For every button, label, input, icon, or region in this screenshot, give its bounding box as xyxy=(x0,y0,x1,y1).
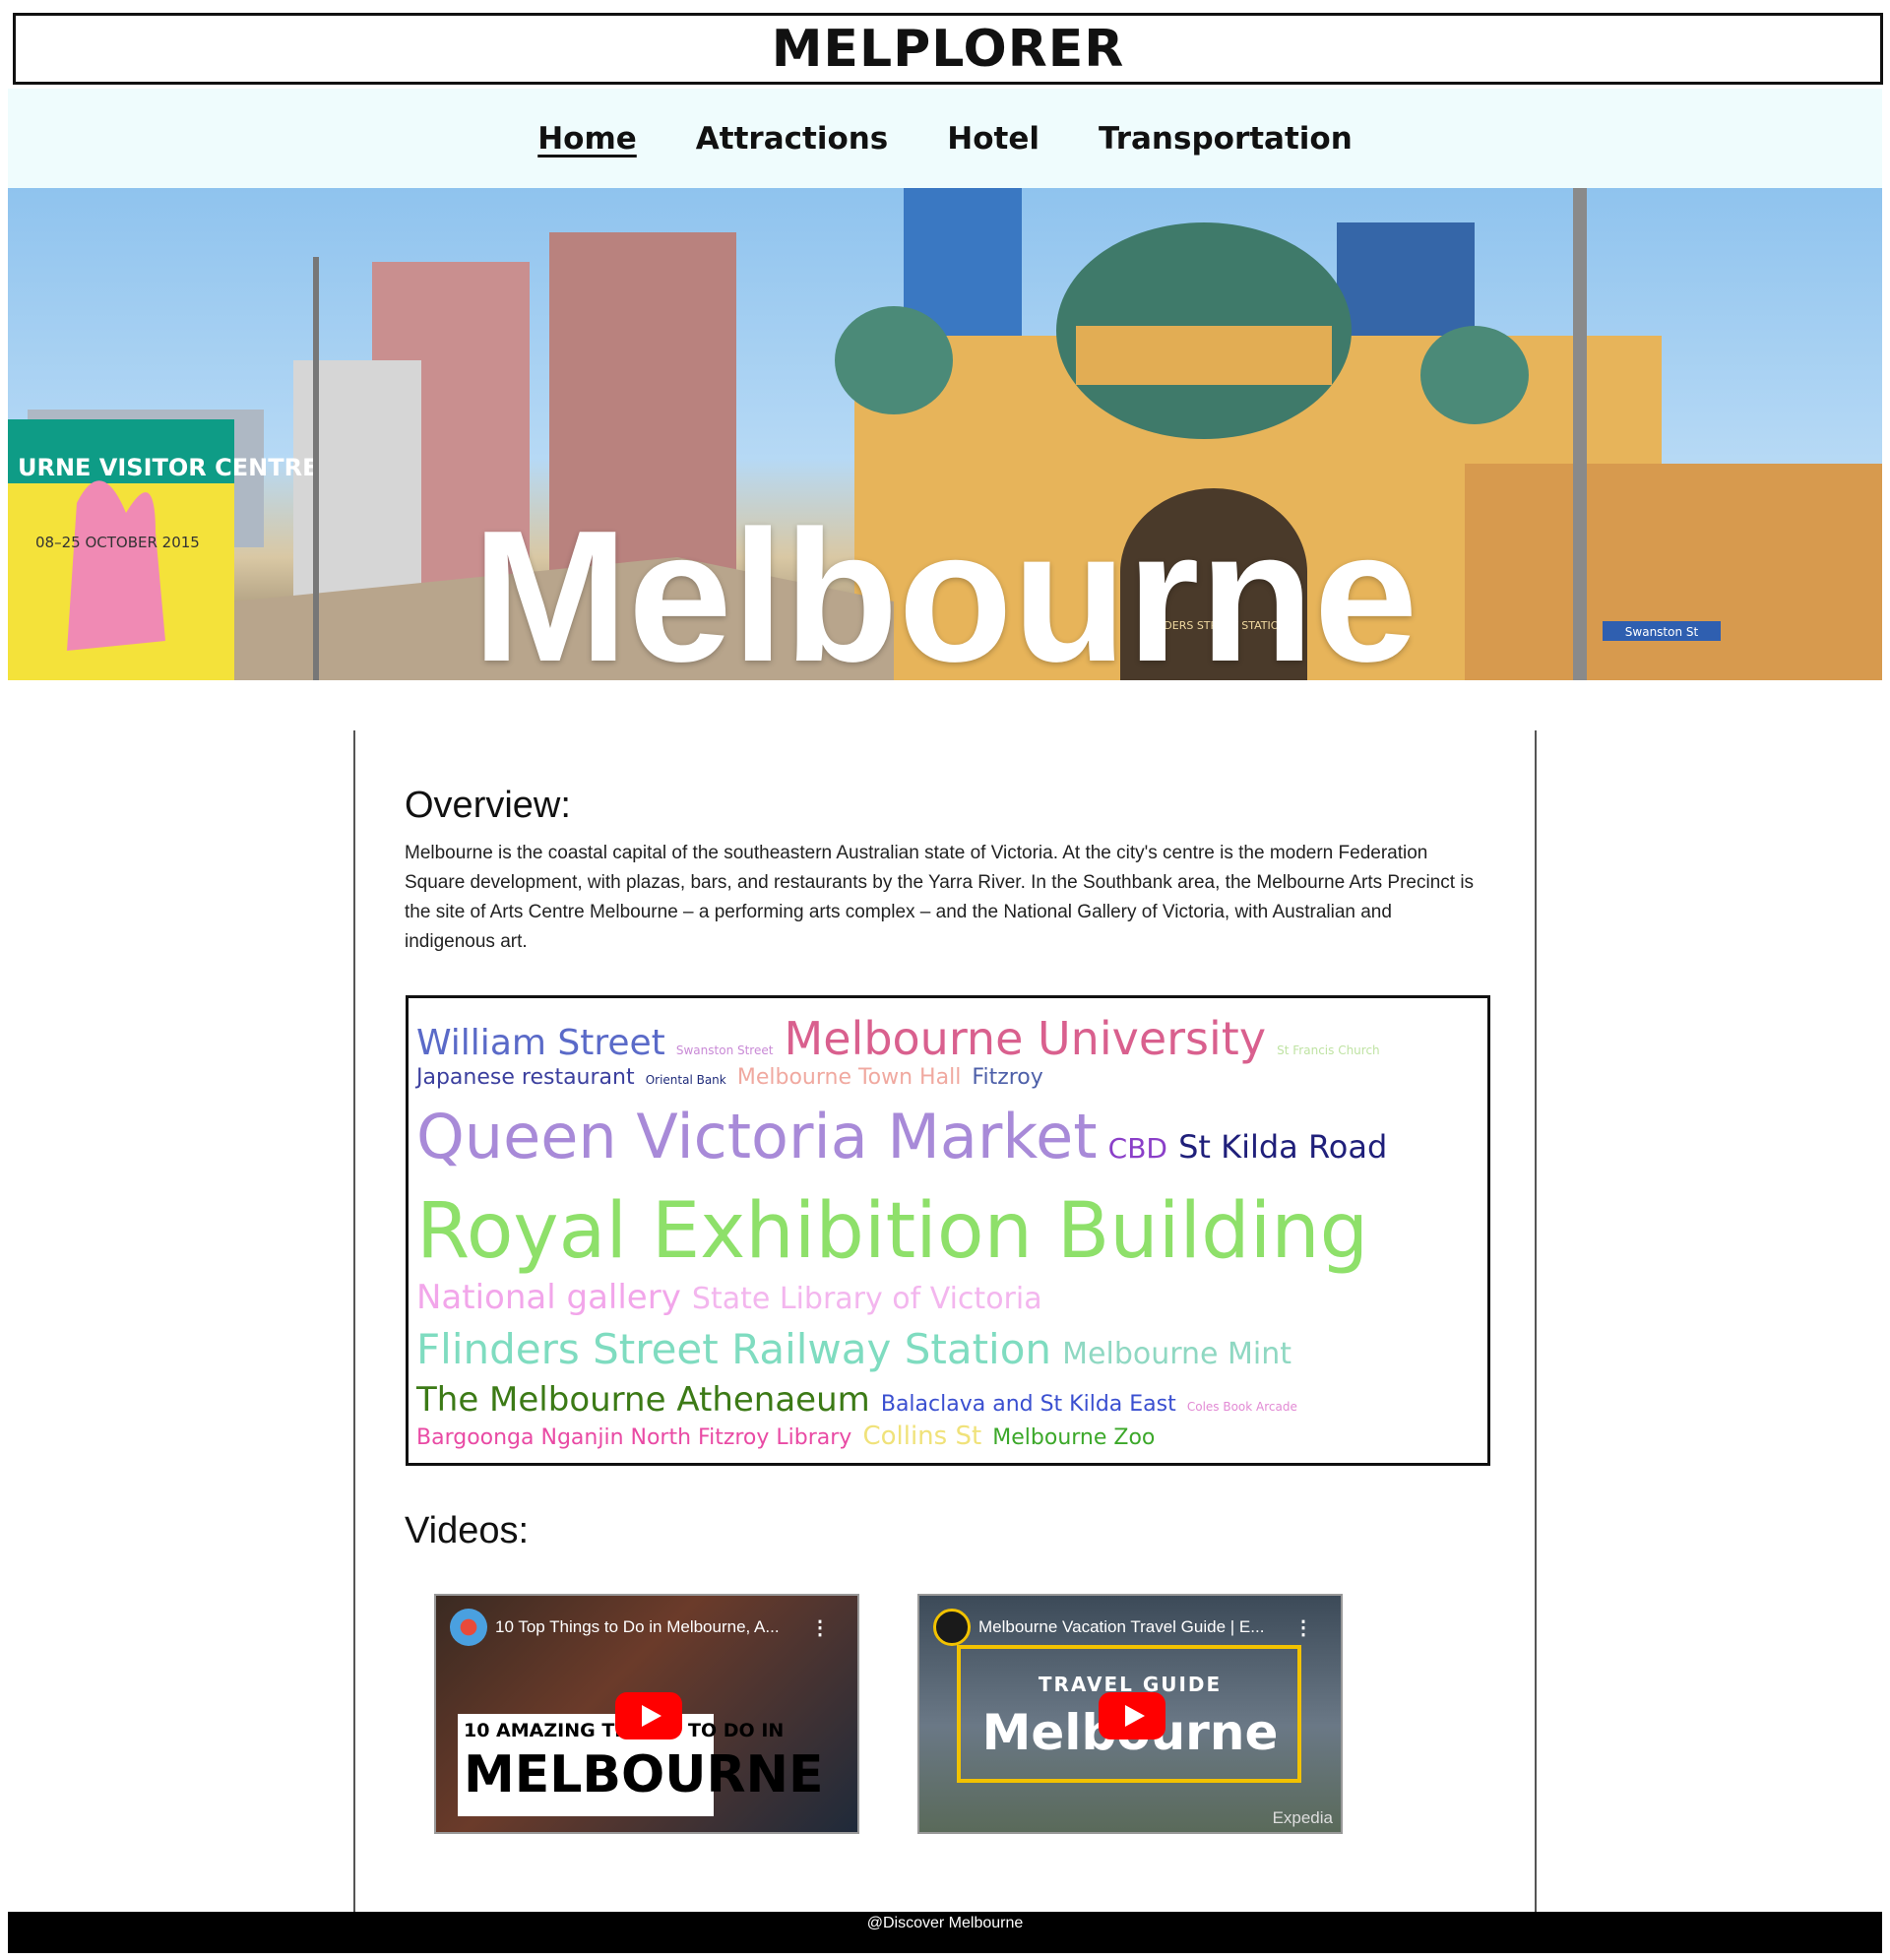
word-cloud-term: William Street xyxy=(416,1023,665,1063)
word-cloud-term: Swanston Street xyxy=(675,1043,774,1057)
word-cloud-line: Bargoonga Nganjin North Fitzroy Library … xyxy=(416,1422,1161,1451)
word-cloud-line: National gallery State Library of Victor… xyxy=(416,1278,1048,1317)
word-cloud-term: Royal Exhibition Building xyxy=(416,1187,1369,1276)
main-nav: Home Attractions Hotel Transportation xyxy=(8,89,1882,188)
visitor-centre-sign: URNE VISITOR CENTRE xyxy=(18,454,318,481)
more-options-icon[interactable]: ⋮ xyxy=(1293,1615,1313,1640)
word-cloud-term: Bargoonga Nganjin North Fitzroy Library xyxy=(416,1425,852,1450)
hero-banner-image: FLINDERS STREET STATION URNE VISITOR CEN… xyxy=(8,188,1882,680)
word-cloud-term: Queen Victoria Market xyxy=(416,1101,1098,1172)
video-embed-1[interactable]: 10 Top Things to Do in Melbourne, A... ⋮… xyxy=(434,1594,859,1834)
word-cloud-term: Oriental Bank xyxy=(645,1073,726,1087)
channel-avatar[interactable] xyxy=(933,1609,971,1646)
nav-hotel[interactable]: Hotel xyxy=(947,121,1040,157)
word-cloud-line: Japanese restaurant Oriental Bank Melbou… xyxy=(416,1065,1049,1090)
word-cloud-line: The Melbourne Athenaeum Balaclava and St… xyxy=(416,1380,1303,1420)
word-cloud-term: The Melbourne Athenaeum xyxy=(416,1380,870,1420)
overview-heading: Overview: xyxy=(405,785,571,826)
footer: @Discover Melbourne xyxy=(8,1912,1882,1953)
word-cloud-term: Melbourne Mint xyxy=(1062,1337,1292,1371)
video-embed-2[interactable]: Melbourne Vacation Travel Guide | E... ⋮… xyxy=(917,1594,1343,1834)
word-cloud-term: Collins St xyxy=(862,1422,982,1451)
hero-title: Melbourne xyxy=(472,492,1418,680)
video-title[interactable]: Melbourne Vacation Travel Guide | E... xyxy=(978,1617,1264,1637)
nav-home[interactable]: Home xyxy=(537,121,637,157)
thumbnail-line-2: MELBOURNE xyxy=(464,1745,824,1804)
word-cloud-line: William Street Swanston Street Melbourne… xyxy=(416,1012,1386,1065)
site-title-bar: MELPLORER xyxy=(13,13,1883,85)
word-cloud-term: CBD xyxy=(1107,1132,1167,1165)
play-button-icon[interactable] xyxy=(615,1692,682,1739)
video-title[interactable]: 10 Top Things to Do in Melbourne, A... xyxy=(495,1617,780,1637)
word-cloud-term: St Kilda Road xyxy=(1178,1128,1388,1166)
word-cloud-term: Japanese restaurant xyxy=(416,1065,635,1090)
nav-transportation[interactable]: Transportation xyxy=(1099,121,1353,157)
main-content: Overview: Melbourne is the coastal capit… xyxy=(353,730,1537,1912)
more-options-icon[interactable]: ⋮ xyxy=(810,1615,830,1640)
nav-attractions[interactable]: Attractions xyxy=(696,121,888,157)
word-cloud-term: Melbourne University xyxy=(784,1012,1267,1065)
footer-text: @Discover Melbourne xyxy=(866,1915,1024,1931)
word-cloud: William Street Swanston Street Melbourne… xyxy=(406,995,1490,1466)
play-button-icon[interactable] xyxy=(1099,1692,1166,1739)
overview-text: Melbourne is the coastal capital of the … xyxy=(405,843,1475,952)
word-cloud-term: Balaclava and St Kilda East xyxy=(880,1392,1176,1417)
word-cloud-term: Melbourne Town Hall xyxy=(736,1065,962,1090)
word-cloud-term: Fitzroy xyxy=(972,1065,1043,1090)
channel-avatar[interactable] xyxy=(450,1609,487,1646)
word-cloud-term: Melbourne Zoo xyxy=(992,1425,1156,1450)
word-cloud-line: Flinders Street Railway Station Melbourn… xyxy=(416,1325,1297,1373)
word-cloud-line: Royal Exhibition Building xyxy=(416,1187,1374,1276)
word-cloud-term: St Francis Church xyxy=(1277,1043,1380,1057)
word-cloud-term: Flinders Street Railway Station xyxy=(416,1325,1052,1373)
expedia-watermark: Expedia xyxy=(1272,1808,1333,1827)
word-cloud-term: Coles Book Arcade xyxy=(1186,1400,1297,1414)
word-cloud-term: State Library of Victoria xyxy=(691,1282,1042,1316)
word-cloud-line: Queen Victoria Market CBD St Kilda Road xyxy=(416,1101,1393,1172)
word-cloud-term: National gallery xyxy=(416,1278,681,1317)
videos-heading: Videos: xyxy=(405,1510,530,1551)
site-title: MELPLORER xyxy=(771,19,1125,79)
